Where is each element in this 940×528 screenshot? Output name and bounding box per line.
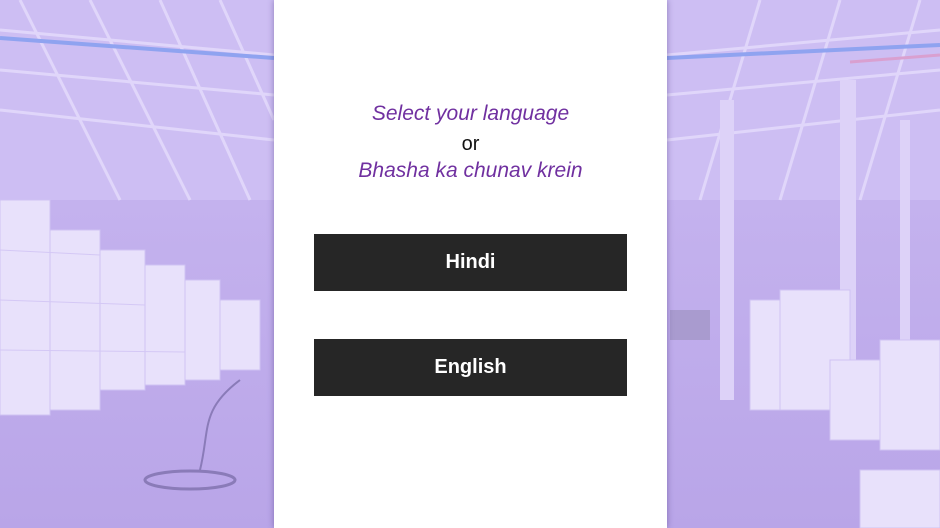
select-language-prompt-hindi: Bhasha ka chunav krein — [358, 159, 583, 182]
hindi-language-button[interactable]: Hindi — [314, 234, 627, 291]
or-separator: or — [461, 133, 480, 155]
language-select-screen: Select your language or Bhasha ka chunav… — [0, 0, 940, 528]
english-language-button[interactable]: English — [314, 339, 627, 396]
language-select-panel: Select your language or Bhasha ka chunav… — [274, 0, 667, 528]
select-language-prompt: Select your language — [371, 102, 570, 125]
